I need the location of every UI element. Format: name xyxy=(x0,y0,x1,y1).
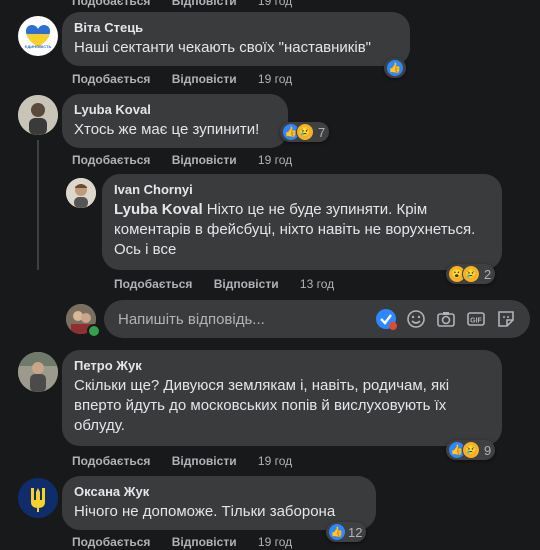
grammar-check-icon[interactable] xyxy=(374,307,398,331)
reply-bubble: Ivan Chornyi Lyuba Koval Ніхто це не буд… xyxy=(102,174,502,270)
timestamp: 19 год xyxy=(257,72,293,86)
comment-text: Хтось же має це зупинити! xyxy=(74,121,260,138)
like-link[interactable]: Подобається xyxy=(72,72,150,86)
comment-author[interactable]: Віта Стець xyxy=(74,20,398,36)
person-photo-icon xyxy=(18,352,58,392)
reaction-count: 7 xyxy=(318,124,326,140)
comment-bubble: Оксана Жук Нічого не допоможе. Тільки за… xyxy=(62,476,376,530)
comment-text: Наші сектанти чекають своїх "наставників… xyxy=(74,39,371,56)
timestamp: 13 год xyxy=(299,277,335,291)
comment-bubble: Lyuba Koval Хтось же має це зупинити! xyxy=(62,94,288,148)
mention-link[interactable]: Lyuba Koval xyxy=(114,201,203,218)
timestamp: 19 год xyxy=(257,153,293,167)
reaction-count: 9 xyxy=(484,442,492,458)
avatar[interactable] xyxy=(18,478,58,518)
person-photo-icon xyxy=(18,95,58,135)
comment-bubble: Петро Жук Скільки ще? Дивуюся землякам і… xyxy=(62,350,502,446)
reaction-summary[interactable]: 👍 😢 7 xyxy=(280,122,330,142)
reaction-summary[interactable]: 😮 😢 2 xyxy=(446,264,496,284)
reaction-summary[interactable]: 👍 😢 9 xyxy=(446,440,496,460)
reaction-summary[interactable]: 👍 xyxy=(384,58,406,78)
comment-actions: Подобається Відповісти 19 год xyxy=(72,454,310,468)
like-link[interactable]: Подобається xyxy=(72,0,150,8)
reply-link[interactable]: Відповісти xyxy=(214,277,279,291)
reply-link[interactable]: Відповісти xyxy=(172,535,237,549)
comment-text: Нічого не допоможе. Тільки заборона xyxy=(74,503,336,520)
timestamp: 19 год xyxy=(257,454,293,468)
heart-logo-icon xyxy=(26,25,50,47)
online-status-dot xyxy=(87,324,101,338)
sad-reaction-icon: 😢 xyxy=(462,441,480,459)
comment-actions: Подобається Відповісти 19 год xyxy=(72,535,310,549)
reaction-count: 12 xyxy=(348,524,363,540)
avatar[interactable] xyxy=(18,352,58,392)
reply-link[interactable]: Відповісти xyxy=(172,72,237,86)
emoji-icon[interactable] xyxy=(404,307,428,331)
reaction-count: 2 xyxy=(484,266,492,282)
reaction-summary[interactable]: 👍 12 xyxy=(326,522,367,542)
comment-text: Скільки ще? Дивуюся землякам і, навіть, … xyxy=(74,377,450,434)
sad-reaction-icon: 😢 xyxy=(296,123,314,141)
comment-author[interactable]: Lyuba Koval xyxy=(74,102,276,118)
timestamp: 19 год xyxy=(257,535,293,549)
timestamp: 19 год xyxy=(257,0,293,8)
reply-input-box: GIF xyxy=(104,300,530,338)
like-link[interactable]: Подобається xyxy=(114,277,192,291)
comment-actions: Подобається Відповісти 19 год xyxy=(72,0,310,8)
reply-link[interactable]: Відповісти xyxy=(172,153,237,167)
avatar[interactable] xyxy=(66,178,96,208)
sticker-icon[interactable] xyxy=(494,307,518,331)
comment-actions: Подобається Відповісти 13 год xyxy=(114,277,352,291)
comment-author[interactable]: Ivan Chornyi xyxy=(114,182,490,198)
person-photo-icon xyxy=(66,178,96,208)
trident-emblem-icon xyxy=(18,478,58,518)
reply-input[interactable] xyxy=(116,309,368,329)
like-link[interactable]: Подобається xyxy=(72,454,150,468)
like-link[interactable]: Подобається xyxy=(72,153,150,167)
camera-icon[interactable] xyxy=(434,307,458,331)
avatar-label: ЄДИНОВІСТЬ xyxy=(24,44,52,49)
comment-author[interactable]: Оксана Жук xyxy=(74,484,364,500)
avatar[interactable]: ЄДИНОВІСТЬ xyxy=(18,16,58,56)
svg-text:GIF: GIF xyxy=(470,318,482,325)
reply-link[interactable]: Відповісти xyxy=(172,454,237,468)
comment-actions: Подобається Відповісти 19 год xyxy=(72,72,310,86)
comment-bubble: Віта Стець Наші сектанти чекають своїх "… xyxy=(62,12,410,66)
like-reaction-icon: 👍 xyxy=(386,59,404,77)
thread-line xyxy=(37,140,39,270)
like-link[interactable]: Подобається xyxy=(72,535,150,549)
comment-actions: Подобається Відповісти 19 год xyxy=(72,153,310,167)
sad-reaction-icon: 😢 xyxy=(462,265,480,283)
comment-text: Lyuba Koval Ніхто це не буде зупиняти. К… xyxy=(114,200,490,260)
reply-link[interactable]: Відповісти xyxy=(172,0,237,8)
avatar[interactable] xyxy=(18,95,58,135)
like-reaction-icon: 👍 xyxy=(328,523,346,541)
comment-author[interactable]: Петро Жук xyxy=(74,358,490,374)
gif-icon[interactable]: GIF xyxy=(464,307,488,331)
